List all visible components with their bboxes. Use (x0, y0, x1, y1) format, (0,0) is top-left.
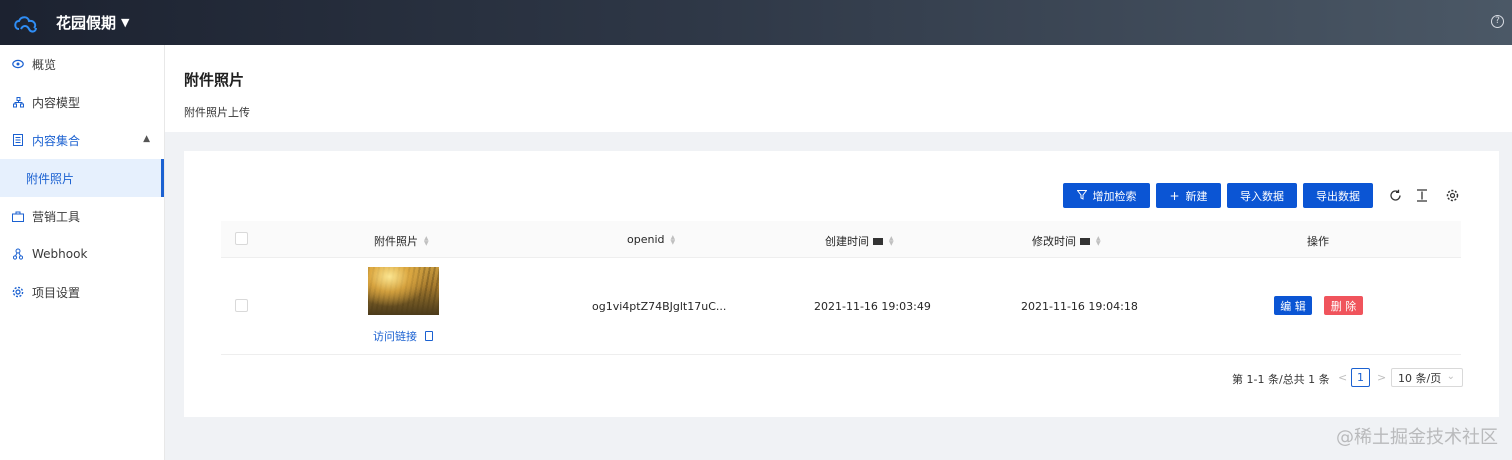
briefcase-icon (12, 210, 24, 222)
top-bar: 花园假期 ▼ ? (0, 0, 1512, 45)
column-title: 修改时间 (1032, 235, 1076, 248)
project-name[interactable]: 花园假期 (56, 12, 116, 33)
monitor-icon (873, 237, 883, 245)
sort-icon[interactable]: ▲ ▼ (1096, 236, 1101, 247)
collection-icon (12, 134, 24, 146)
model-icon (12, 96, 24, 108)
delete-button[interactable]: 删 除 (1324, 296, 1363, 315)
sidebar-item-attachment-photos[interactable]: 附件照片 (0, 159, 164, 197)
column-header-created[interactable]: 创建时间 ▲ ▼ (825, 233, 894, 249)
row-checkbox[interactable] (235, 299, 248, 312)
column-title: 操作 (1307, 235, 1329, 248)
column-header-openid[interactable]: openid ▲ ▼ (627, 233, 675, 246)
import-label: 导入数据 (1240, 189, 1284, 203)
sidebar-item-label: 内容模型 (32, 95, 81, 110)
export-data-button[interactable]: 导出数据 (1303, 183, 1373, 208)
pagination-total: 第 1-1 条/总共 1 条 (1232, 373, 1330, 386)
copy-icon[interactable] (425, 331, 433, 341)
column-height-icon[interactable] (1414, 187, 1430, 203)
page-title: 附件照片 (184, 71, 245, 89)
column-header-photo[interactable]: 附件照片 ▲ ▼ (374, 233, 429, 249)
sidebar-item-content-collection[interactable]: 内容集合 ▲ (0, 121, 164, 159)
page-size-value: 10 条/页 (1398, 371, 1442, 385)
create-label: 新建 (1185, 189, 1208, 203)
sidebar-item-overview[interactable]: 概览 (0, 45, 164, 83)
sort-icon[interactable]: ▲ ▼ (671, 234, 676, 245)
page-subtitle: 附件照片上传 (184, 106, 250, 119)
cloud-logo-icon (14, 15, 37, 32)
add-filter-label: 增加检索 (1092, 189, 1137, 203)
sort-icon[interactable]: ▲ ▼ (889, 236, 894, 247)
table-header: 附件照片 ▲ ▼ openid ▲ ▼ 创建时间 ▲ ▼ 修改时间 ▲ ▼ 操作 (221, 221, 1461, 258)
visit-link[interactable]: 访问链接 (373, 328, 433, 344)
visit-link-label: 访问链接 (373, 330, 417, 343)
next-page-icon[interactable]: > (1377, 371, 1386, 384)
sidebar: 概览 内容模型 内容集合 ▲ 附件照片 营销工具 Webhook 项目设置 (0, 45, 165, 460)
sidebar-item-project-settings[interactable]: 项目设置 (0, 273, 164, 311)
table-row: 访问链接 og1vi4ptZ74BJglt17uC... 2021-11-16 … (221, 258, 1461, 355)
sidebar-item-label: 附件照片 (26, 171, 75, 186)
page-1-button[interactable]: 1 (1351, 368, 1370, 387)
created-time-cell: 2021-11-16 19:03:49 (814, 300, 931, 313)
plus-icon: + (1169, 188, 1180, 203)
import-data-button[interactable]: 导入数据 (1227, 183, 1297, 208)
sidebar-item-webhook[interactable]: Webhook (0, 235, 164, 273)
sidebar-item-label: 内容集合 (32, 133, 81, 148)
create-button[interactable]: + 新建 (1156, 183, 1221, 208)
sort-icon[interactable]: ▲ ▼ (424, 236, 429, 247)
monitor-icon (1080, 237, 1090, 245)
help-icon[interactable]: ? (1491, 15, 1504, 28)
page-size-select[interactable]: 10 条/页 ⌄ (1391, 368, 1463, 387)
select-all-checkbox[interactable] (235, 232, 248, 245)
eye-icon (12, 58, 24, 70)
page-header: 附件照片 附件照片上传 (165, 45, 1512, 132)
gear-icon (12, 286, 24, 298)
column-title: openid (627, 233, 665, 246)
edit-button[interactable]: 编 辑 (1274, 296, 1312, 315)
chevron-up-icon[interactable]: ▲ (143, 134, 150, 144)
sidebar-item-label: Webhook (32, 247, 88, 261)
filter-icon (1075, 189, 1088, 203)
sidebar-item-label: 项目设置 (32, 285, 81, 300)
sidebar-item-label: 概览 (32, 57, 57, 72)
photo-thumbnail[interactable] (368, 267, 439, 315)
refresh-icon[interactable] (1387, 187, 1403, 203)
column-title: 创建时间 (825, 235, 869, 248)
modified-time-cell: 2021-11-16 19:04:18 (1021, 300, 1138, 313)
column-header-actions: 操作 (1307, 233, 1329, 249)
sidebar-item-marketing-tools[interactable]: 营销工具 (0, 197, 164, 235)
sidebar-item-label: 营销工具 (32, 209, 81, 224)
caret-down-icon[interactable]: ▼ (121, 16, 129, 29)
add-filter-button[interactable]: 增加检索 (1063, 183, 1150, 208)
column-header-modified[interactable]: 修改时间 ▲ ▼ (1032, 233, 1101, 249)
openid-cell: og1vi4ptZ74BJglt17uC... (592, 300, 727, 313)
prev-page-icon[interactable]: < (1338, 371, 1347, 384)
webhook-icon (12, 248, 24, 260)
watermark: @稀土掘金技术社区 (1336, 427, 1498, 448)
sidebar-item-content-model[interactable]: 内容模型 (0, 83, 164, 121)
export-label: 导出数据 (1316, 189, 1360, 203)
settings-icon[interactable] (1444, 187, 1460, 203)
chevron-down-icon: ⌄ (1446, 371, 1455, 382)
column-title: 附件照片 (374, 235, 418, 248)
